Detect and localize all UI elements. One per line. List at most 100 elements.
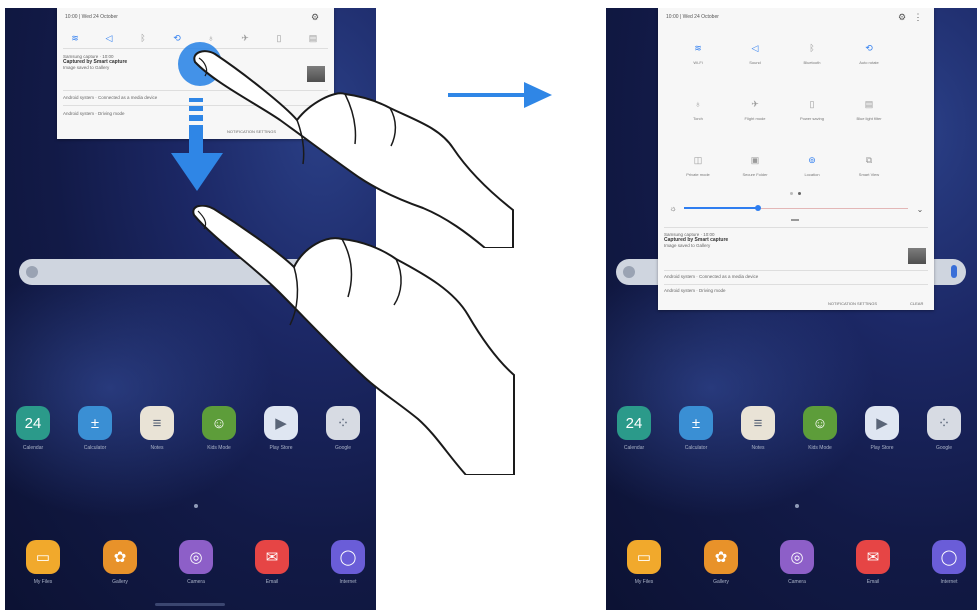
notes-icon: ≡	[140, 406, 174, 440]
kids-mode-icon: ☺	[803, 406, 837, 440]
app-calculator[interactable]: ± Calculator	[672, 406, 720, 451]
secure-folder-icon[interactable]: ▣	[749, 154, 761, 166]
settings-icon[interactable]: ⚙	[896, 11, 908, 23]
app-label: Camera	[187, 579, 205, 585]
flashlight-icon[interactable]: ♁	[692, 98, 704, 110]
battery-icon[interactable]: ▯	[273, 32, 285, 44]
app-label: Notes	[751, 445, 765, 451]
app-label: Gallery	[112, 579, 128, 585]
settings-icon[interactable]: ⚙	[309, 11, 321, 23]
app-calculator[interactable]: ± Calculator	[71, 406, 119, 451]
google-folder-icon: ⁘	[927, 406, 961, 440]
app-notes[interactable]: ≡ Notes	[133, 406, 181, 451]
dock-row: ▭ My Files ✿ Gallery ◎ Camera ✉ Email ◯ Internet	[606, 540, 977, 600]
quick-setting-label: Flight mode	[744, 116, 766, 121]
internet-icon: ◯	[932, 540, 966, 574]
app-my-files[interactable]: ▭ My Files	[620, 540, 668, 585]
status-time: 10:00 | Wed 24 October	[65, 14, 118, 20]
auto-rotate-icon[interactable]: ⟲	[863, 42, 875, 54]
panel-handle[interactable]	[791, 219, 799, 221]
calculator-icon: ±	[78, 406, 112, 440]
app-camera[interactable]: ◎ Camera	[172, 540, 220, 585]
quick-setting-label: Private mode	[686, 172, 710, 177]
app-calendar[interactable]: 24 Calendar	[9, 406, 57, 451]
app-play-store[interactable]: ▶ Play Store	[858, 406, 906, 451]
private-mode-icon[interactable]: ◫	[692, 154, 704, 166]
app-label: Internet	[339, 579, 357, 585]
app-label: Gallery	[713, 579, 729, 585]
calendar-icon: 24	[16, 406, 50, 440]
app-label: Email	[265, 579, 279, 585]
location-icon[interactable]: ⊚	[806, 154, 818, 166]
quick-setting-label: Secure Folder	[742, 172, 768, 177]
app-google-folder[interactable]: ⁘ Google	[920, 406, 968, 451]
app-email[interactable]: ✉ Email	[849, 540, 897, 585]
app-internet[interactable]: ◯ Internet	[324, 540, 372, 585]
app-gallery[interactable]: ✿ Gallery	[697, 540, 745, 585]
airplane-icon[interactable]: ✈	[239, 32, 251, 44]
page-dot	[790, 192, 793, 195]
clear-button[interactable]: CLEAR	[910, 301, 928, 306]
app-row-1: 24 Calendar ± Calculator ≡ Notes ☺ Kids Mode ▶ Pl…	[606, 406, 977, 466]
calculator-icon: ±	[679, 406, 713, 440]
dock-row: ▭ My Files ✿ Gallery ◎ Camera ✉ Email ◯ Internet	[5, 540, 376, 600]
divider	[664, 284, 928, 285]
sound-icon[interactable]: ◁	[103, 32, 115, 44]
quick-setting-label: Torch	[693, 116, 703, 121]
app-label: My Files	[33, 579, 53, 585]
chevron-down-icon[interactable]: ⌄	[914, 203, 926, 215]
sound-icon[interactable]: ◁	[749, 42, 761, 54]
home-indicator	[155, 603, 225, 606]
screenshot-thumbnail[interactable]	[908, 248, 926, 264]
app-label: Calculator	[684, 445, 708, 451]
gallery-icon: ✿	[704, 540, 738, 574]
quick-setting-label: Location	[804, 172, 820, 177]
quick-setting-label: Smart View	[858, 172, 880, 177]
page-indicator	[194, 504, 198, 508]
microphone-icon[interactable]	[951, 265, 957, 278]
notes-icon: ≡	[741, 406, 775, 440]
notification-usb[interactable]: Android system · Connected as a media de…	[664, 274, 928, 279]
notification-driving[interactable]: Android system · Driving mode	[664, 288, 928, 293]
wifi-icon[interactable]: ≋	[69, 32, 81, 44]
bluetooth-icon[interactable]: ᛒ	[806, 42, 818, 54]
quick-setting-label: Auto rotate	[859, 60, 879, 65]
my-files-icon: ▭	[627, 540, 661, 574]
notification-capture[interactable]: Samsung capture · 10:00 Captured by Smar…	[664, 232, 928, 248]
airplane-icon[interactable]: ✈	[749, 98, 761, 110]
quick-panel-expanded[interactable]: 10:00 | Wed 24 October ⚙ ⋮ ≋ Wi-Fi ◁ Sound ᛒ…	[658, 8, 934, 310]
camera-icon: ◎	[179, 540, 213, 574]
power-saving-icon[interactable]: ▯	[806, 98, 818, 110]
app-camera[interactable]: ◎ Camera	[773, 540, 821, 585]
app-internet[interactable]: ◯ Internet	[925, 540, 973, 585]
divider	[664, 227, 928, 228]
brightness-icon: ☼	[669, 203, 677, 213]
app-label: My Files	[634, 579, 654, 585]
blue-light-icon[interactable]: ▤	[863, 98, 875, 110]
app-label: Internet	[940, 579, 958, 585]
app-label: Email	[866, 579, 880, 585]
app-notes[interactable]: ≡ Notes	[734, 406, 782, 451]
bluetooth-icon[interactable]: ᛒ	[137, 32, 149, 44]
quick-setting-label: Sound	[749, 60, 761, 65]
app-calendar[interactable]: 24 Calendar	[610, 406, 658, 451]
app-kids-mode[interactable]: ☺ Kids Mode	[796, 406, 844, 451]
app-label: Kids Mode	[808, 445, 832, 451]
smart-view-icon[interactable]: ⧉	[863, 154, 875, 166]
app-label: Google	[935, 445, 953, 451]
my-files-icon: ▭	[26, 540, 60, 574]
app-email[interactable]: ✉ Email	[248, 540, 296, 585]
auto-rotate-icon[interactable]: ⟲	[171, 32, 183, 44]
app-label: Notes	[150, 445, 164, 451]
quick-setting-label: Wi-Fi	[693, 60, 703, 65]
brightness-slider-thumb[interactable]	[754, 205, 761, 211]
more-options-icon[interactable]: ⋮	[912, 11, 924, 23]
wifi-icon[interactable]: ≋	[692, 42, 704, 54]
brightness-level	[684, 207, 758, 209]
app-my-files[interactable]: ▭ My Files	[19, 540, 67, 585]
camera-icon: ◎	[780, 540, 814, 574]
mobile-data-icon[interactable]: ▤	[307, 32, 319, 44]
app-gallery[interactable]: ✿ Gallery	[96, 540, 144, 585]
quick-setting-label: Bluetooth	[803, 60, 821, 65]
play-store-icon: ▶	[865, 406, 899, 440]
